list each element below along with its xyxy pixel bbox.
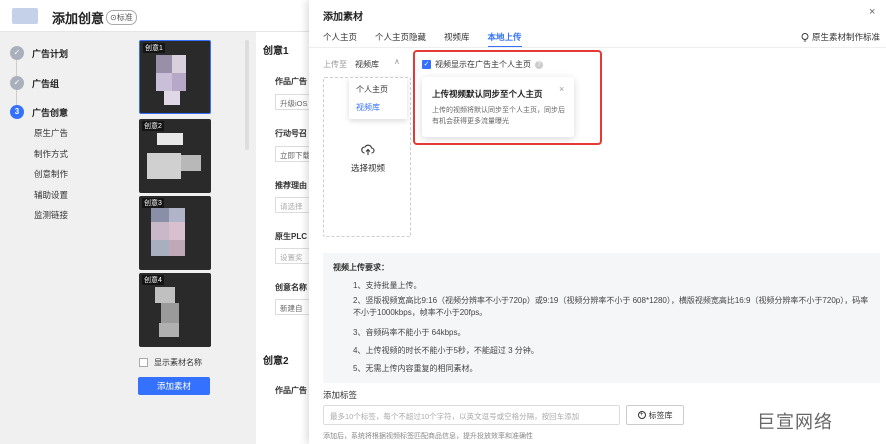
requirement-item: 1、支持批量上传。 bbox=[353, 281, 422, 290]
field-label: 作品广告 bbox=[275, 77, 307, 86]
watermark: 巨宣网络 bbox=[757, 412, 833, 432]
check-icon: ✓ bbox=[10, 76, 24, 90]
step-campaign[interactable]: ✓ 广告计划 bbox=[10, 46, 68, 60]
tab-video-library[interactable]: 视频库 bbox=[444, 31, 470, 48]
button-label: 标签库 bbox=[648, 410, 673, 420]
step-number: 3 bbox=[10, 105, 24, 119]
tab-personal-homepage-hidden[interactable]: 个人主页隐藏 bbox=[375, 31, 426, 48]
sidebar-item-tracking-links[interactable]: 监测链接 bbox=[34, 209, 68, 221]
tag-library-button[interactable]: + 标签库 bbox=[626, 405, 684, 425]
thumbnail-creative-4[interactable]: 创意4 bbox=[139, 273, 211, 347]
thumbnail-label: 创意1 bbox=[143, 43, 165, 53]
upload-to-label: 上传至 bbox=[323, 60, 347, 69]
checkbox-label: 显示素材名称 bbox=[154, 358, 202, 367]
step-label: 广告组 bbox=[32, 78, 60, 89]
chevron-up-icon[interactable]: ∧ bbox=[394, 57, 400, 66]
step-ad-group[interactable]: ✓ 广告组 bbox=[10, 76, 59, 90]
select-video-dropzone[interactable]: 选择视频 bbox=[323, 77, 411, 237]
show-material-name-checkbox[interactable]: 显示素材名称 bbox=[139, 357, 202, 368]
check-icon: ✓ bbox=[10, 46, 24, 60]
link-label: 原生素材制作标准 bbox=[812, 32, 881, 42]
add-material-button[interactable]: 添加素材 bbox=[138, 377, 210, 395]
bulb-icon bbox=[801, 32, 809, 41]
add-material-modal: 添加素材 × 个人主页 个人主页隐藏 视频库 本地上传 原生素材制作标准 上传至… bbox=[309, 0, 886, 444]
field-label: 原生PLC bbox=[275, 232, 307, 241]
close-icon[interactable]: × bbox=[869, 6, 875, 18]
requirement-item: 2、竖版视频宽高比9:16（视频分辨率不小于720p）或9:19（视频分辨率不小… bbox=[353, 296, 869, 317]
cloud-upload-icon bbox=[361, 144, 375, 155]
step-sidebar: ✓ 广告计划 ✓ 广告组 3 广告创意 原生广告 制作方式 创意制作 辅助设置 … bbox=[0, 32, 130, 444]
thumbnail-creative-1[interactable]: 创意1 bbox=[139, 40, 211, 114]
page-title: 添加创意 bbox=[52, 11, 105, 26]
tab-personal-homepage[interactable]: 个人主页 bbox=[323, 31, 357, 48]
field-label: 推荐理由 bbox=[275, 181, 307, 190]
material-standard-link[interactable]: 原生素材制作标准 bbox=[801, 31, 880, 43]
tags-title: 添加标签 bbox=[323, 390, 358, 400]
standard-badge: ⊙标准 bbox=[106, 10, 137, 25]
thumbnail-label: 创意4 bbox=[142, 275, 164, 285]
sidebar-item-native-ad[interactable]: 原生广告 bbox=[34, 127, 68, 139]
tabs-divider bbox=[309, 47, 886, 48]
sidebar-item-creative-production[interactable]: 创意制作 bbox=[34, 168, 68, 180]
step-creative[interactable]: 3 广告创意 bbox=[10, 105, 68, 119]
modal-title: 添加素材 bbox=[323, 12, 363, 23]
material-tabs: 个人主页 个人主页隐藏 视频库 本地上传 bbox=[323, 31, 522, 48]
requirement-item: 4、上传视频的时长不能小于5秒，不能超过 3 分钟。 bbox=[353, 346, 539, 355]
thumbnail-scrollbar[interactable] bbox=[245, 40, 249, 150]
field-label: 创意名称 bbox=[275, 283, 307, 292]
field-label: 作品广告 bbox=[275, 386, 307, 395]
highlight-box bbox=[413, 50, 602, 145]
thumbnail-creative-3[interactable]: 创意3 bbox=[139, 196, 211, 270]
requirement-item: 5、无需上传内容重复的相同素材。 bbox=[353, 364, 478, 373]
requirement-item: 3、音频码率不能小于 64kbps。 bbox=[353, 328, 466, 337]
creative-2-title: 创意2 bbox=[263, 356, 289, 367]
select-video-label: 选择视频 bbox=[350, 163, 385, 173]
thumbnail-label: 创意2 bbox=[142, 121, 164, 131]
checkbox-icon bbox=[139, 358, 148, 367]
requirements-title: 视频上传要求： bbox=[333, 263, 389, 272]
tab-local-upload[interactable]: 本地上传 bbox=[487, 31, 522, 48]
step-label: 广告创意 bbox=[32, 107, 69, 118]
step-label: 广告计划 bbox=[32, 48, 69, 59]
add-circle-icon: + bbox=[637, 411, 646, 419]
tags-hint: 添加后，系统将根据视频标签匹配商品信息，提升投放效率和准确性 bbox=[323, 433, 533, 440]
creative-1-title: 创意1 bbox=[263, 46, 289, 57]
thumbnail-label: 创意3 bbox=[142, 198, 164, 208]
upload-to-select[interactable]: 视频库 bbox=[355, 59, 379, 70]
sidebar-item-assist-settings[interactable]: 辅助设置 bbox=[34, 189, 68, 201]
thumbnail-creative-2[interactable]: 创意2 bbox=[139, 119, 211, 193]
upload-requirements: 视频上传要求： 1、支持批量上传。 2、竖版视频宽高比9:16（视频分辨率不小于… bbox=[323, 253, 880, 383]
field-label: 行动号召 bbox=[275, 129, 307, 138]
sidebar-item-production-mode[interactable]: 制作方式 bbox=[34, 148, 68, 160]
tags-input[interactable]: 最多10个标签，每个不超过10个字符，以英文逗号或空格分隔，按回车添加 bbox=[323, 405, 620, 425]
logo-icon bbox=[12, 8, 38, 24]
